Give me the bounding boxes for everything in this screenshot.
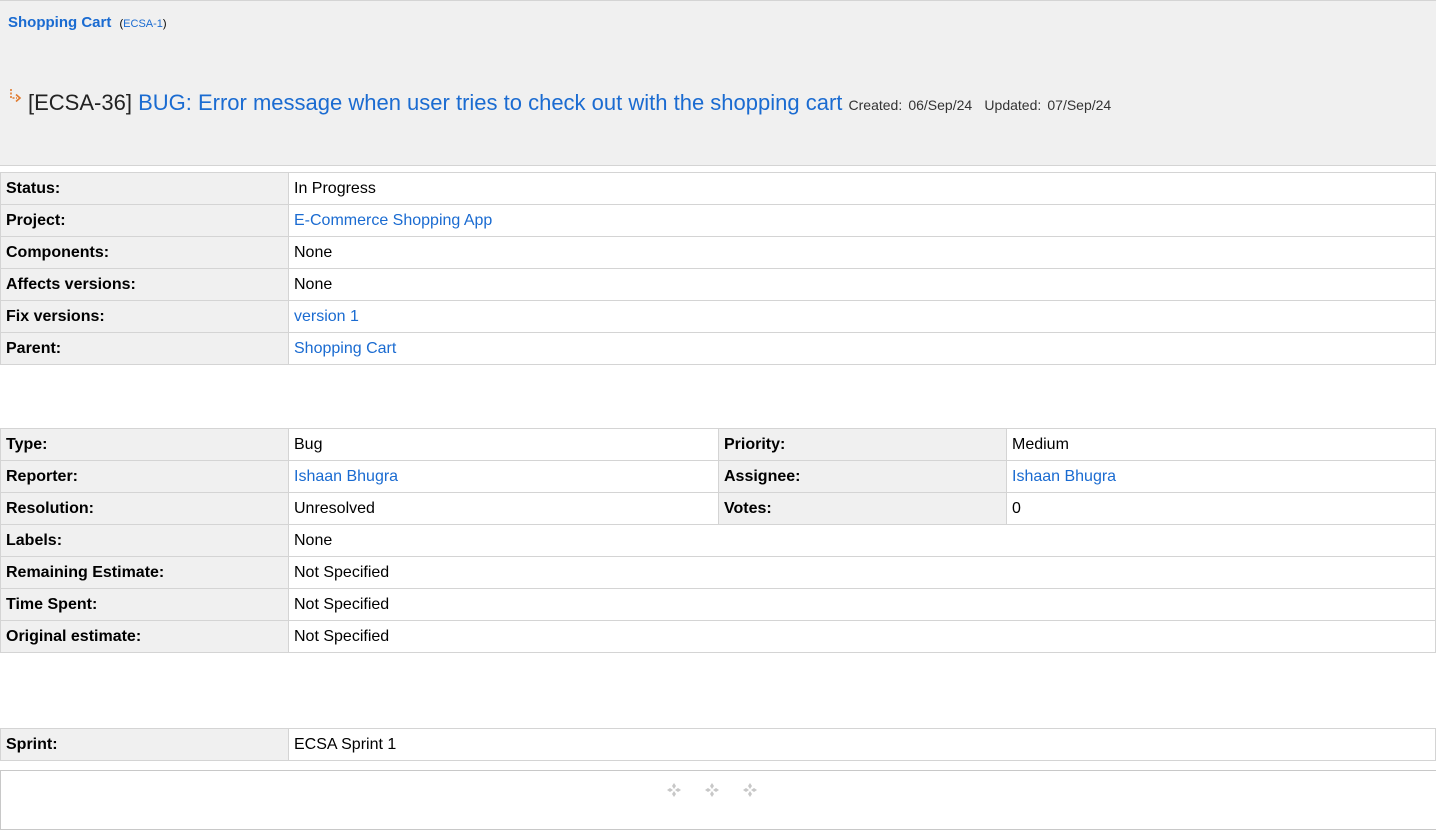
ornament-icon (667, 783, 681, 797)
votes-value: 0 (1006, 492, 1436, 525)
fix-versions-cell: version 1 (288, 300, 1436, 333)
details-table: Status: In Progress Project: E-Commerce … (0, 172, 1436, 365)
labels-row: Labels: None (0, 524, 1436, 557)
time-spent-row: Time Spent: Not Specified (0, 588, 1436, 621)
remaining-estimate-label: Remaining Estimate: (0, 556, 289, 589)
remaining-estimate-value: Not Specified (288, 556, 1436, 589)
people-table: Type: Bug Priority: Medium Reporter: Ish… (0, 428, 1436, 653)
updated-date: 07/Sep/24 (1047, 97, 1112, 113)
assignee-cell: Ishaan Bhugra (1006, 460, 1436, 493)
type-priority-row: Type: Bug Priority: Medium (0, 428, 1436, 461)
issue-header: Shopping Cart (ECSA-1) [ECSA-36] BUG: Er… (0, 0, 1436, 166)
created-date: 06/Sep/24 (908, 97, 973, 113)
reporter-link[interactable]: Ishaan Bhugra (294, 468, 398, 485)
sprint-row: Sprint: ECSA Sprint 1 (0, 728, 1436, 761)
parent-breadcrumb: Shopping Cart (ECSA-1) (8, 14, 167, 31)
updated-label: Updated: (984, 97, 1042, 113)
components-label: Components: (0, 236, 289, 269)
priority-label: Priority: (718, 428, 1007, 461)
affects-versions-row: Affects versions: None (0, 268, 1436, 301)
status-label: Status: (0, 172, 289, 205)
sprint-label: Sprint: (0, 728, 289, 761)
agile-table: Sprint: ECSA Sprint 1 (0, 728, 1436, 761)
status-row: Status: In Progress (0, 172, 1436, 205)
votes-label: Votes: (718, 492, 1007, 525)
parent-key-link[interactable]: ECSA-1 (123, 18, 163, 30)
affects-versions-value: None (288, 268, 1436, 301)
parent-row: Parent: Shopping Cart (0, 332, 1436, 365)
resolution-votes-row: Resolution: Unresolved Votes: 0 (0, 492, 1436, 525)
parent-issue-link[interactable]: Shopping Cart (8, 14, 111, 31)
fix-versions-row: Fix versions: version 1 (0, 300, 1436, 333)
status-value: In Progress (288, 172, 1436, 205)
fix-version-link[interactable]: version 1 (294, 308, 359, 325)
components-row: Components: None (0, 236, 1436, 269)
reporter-label: Reporter: (0, 460, 289, 493)
project-row: Project: E-Commerce Shopping App (0, 204, 1436, 237)
separator-ornaments (666, 782, 758, 798)
description-box (0, 770, 1436, 830)
issue-summary-link[interactable]: BUG: Error message when user tries to ch… (138, 90, 842, 115)
resolution-label: Resolution: (0, 492, 289, 525)
ornament-icon (743, 783, 757, 797)
fix-versions-label: Fix versions: (0, 300, 289, 333)
original-estimate-row: Original estimate: Not Specified (0, 620, 1436, 653)
sprint-value: ECSA Sprint 1 (288, 728, 1436, 761)
parent-key-wrapper: (ECSA-1) (119, 18, 167, 30)
type-value: Bug (288, 428, 719, 461)
issue-key: [ECSA-36] (28, 90, 132, 115)
labels-value: None (288, 524, 1436, 557)
project-link[interactable]: E-Commerce Shopping App (294, 212, 492, 229)
affects-versions-label: Affects versions: (0, 268, 289, 301)
assignee-label: Assignee: (718, 460, 1007, 493)
reporter-assignee-row: Reporter: Ishaan Bhugra Assignee: Ishaan… (0, 460, 1436, 493)
parent-link[interactable]: Shopping Cart (294, 340, 396, 357)
assignee-link[interactable]: Ishaan Bhugra (1012, 468, 1116, 485)
time-spent-label: Time Spent: (0, 588, 289, 621)
priority-value: Medium (1006, 428, 1436, 461)
reporter-cell: Ishaan Bhugra (288, 460, 719, 493)
issue-title: [ECSA-36] BUG: Error message when user t… (8, 69, 1428, 139)
components-value: None (288, 236, 1436, 269)
project-cell: E-Commerce Shopping App (288, 204, 1436, 237)
parent-label: Parent: (0, 332, 289, 365)
created-label: Created: (848, 97, 903, 113)
original-estimate-label: Original estimate: (0, 620, 289, 653)
original-estimate-value: Not Specified (288, 620, 1436, 653)
labels-label: Labels: (0, 524, 289, 557)
resolution-value: Unresolved (288, 492, 719, 525)
ornament-icon (705, 783, 719, 797)
parent-cell: Shopping Cart (288, 332, 1436, 365)
project-label: Project: (0, 204, 289, 237)
remaining-estimate-row: Remaining Estimate: Not Specified (0, 556, 1436, 589)
type-label: Type: (0, 428, 289, 461)
time-spent-value: Not Specified (288, 588, 1436, 621)
subtask-icon (10, 89, 22, 103)
